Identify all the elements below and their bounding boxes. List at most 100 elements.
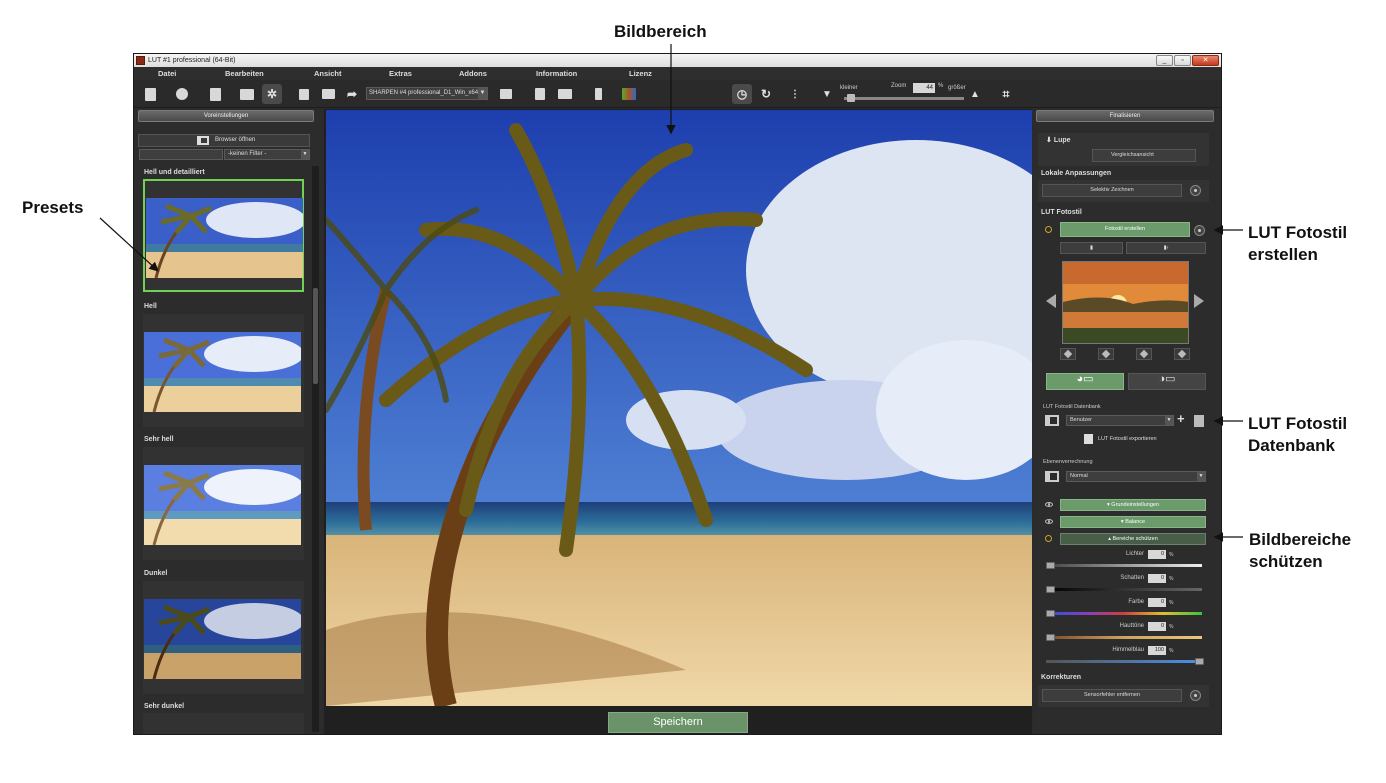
main-photo[interactable] — [326, 110, 1032, 706]
preset-card-3[interactable] — [143, 447, 304, 560]
slider-handle-schatten[interactable] — [1046, 586, 1055, 593]
create-fotostil-button[interactable]: Fotostil erstellen — [1060, 222, 1190, 237]
slider-track-schatten[interactable] — [1046, 588, 1202, 591]
new-file-button[interactable] — [140, 84, 160, 104]
histogram-icon — [622, 88, 636, 100]
add-lut-icon[interactable]: + — [1177, 411, 1185, 426]
plugin-button[interactable]: ✲ — [262, 84, 282, 104]
slider-value-hauttoene[interactable]: 0 — [1148, 622, 1166, 631]
lut-cube-2-button[interactable] — [1098, 348, 1114, 360]
print-button[interactable] — [318, 84, 338, 104]
scrollbar-thumb[interactable] — [313, 288, 318, 384]
next-lut-arrow-icon[interactable] — [1194, 294, 1204, 308]
compare-button[interactable]: ◷ — [732, 84, 752, 104]
bw-lut-mode-button[interactable]: ◑▭ — [1128, 373, 1206, 390]
preset-card-2[interactable] — [143, 314, 304, 427]
menu-bearbeiten[interactable]: Bearbeiten — [225, 69, 264, 78]
finalize-header[interactable]: Finalisieren — [1036, 110, 1214, 122]
sensor-settings-button[interactable] — [1190, 690, 1201, 701]
close-button[interactable]: ✕ — [1192, 55, 1219, 66]
menu-ansicht[interactable]: Ansicht — [314, 69, 342, 78]
compare-view-button[interactable]: Vergleichsansicht — [1092, 149, 1196, 162]
db-list-icon[interactable] — [1045, 415, 1059, 426]
minimize-button[interactable]: _ — [1156, 55, 1173, 66]
copy-button[interactable] — [205, 84, 225, 104]
lupe-label[interactable]: ⬇ Lupe — [1046, 136, 1071, 144]
zoom-slider-track[interactable] — [844, 97, 964, 100]
rotate-button[interactable]: ↻ — [756, 84, 776, 104]
eye-icon[interactable] — [1045, 502, 1053, 507]
slider-track-hauttoene[interactable] — [1046, 636, 1202, 639]
export-lut-button[interactable]: LUT Fotostil exportieren — [1070, 433, 1200, 445]
bereiche-schuetzen-button[interactable]: ▴ Bereiche schützen — [1060, 533, 1206, 545]
zoom-slider-handle[interactable] — [847, 94, 855, 102]
presets-scrollbar[interactable] — [312, 166, 319, 732]
preset-filter-select[interactable]: -keinen Filter - ▼ — [224, 149, 310, 160]
menu-lizenz[interactable]: Lizenz — [629, 69, 652, 78]
crop-button[interactable]: ⌗ — [996, 84, 1016, 104]
preset-filter-value: -keinen Filter - — [228, 151, 267, 157]
zoom-in-button[interactable]: ▲ — [965, 84, 985, 104]
menu-datei[interactable]: Datei — [158, 69, 176, 78]
blend-list-icon[interactable] — [1045, 471, 1059, 482]
filmstrip-button[interactable] — [555, 84, 575, 104]
slider-handle-lichter[interactable] — [1046, 562, 1055, 569]
fotostil-settings-button[interactable] — [1194, 225, 1205, 236]
histogram-button[interactable] — [619, 84, 639, 104]
lut-cube-3-button[interactable] — [1136, 348, 1152, 360]
lut-cube-1-button[interactable] — [1060, 348, 1076, 360]
save-file-button[interactable] — [294, 84, 314, 104]
color-lut-mode-button[interactable]: ◕▭ — [1046, 373, 1124, 390]
slider-handle-farbe[interactable] — [1046, 610, 1055, 617]
slider-value-schatten[interactable]: 0 — [1148, 574, 1166, 583]
browser-open-button[interactable]: Browser öffnen — [138, 134, 310, 147]
preset-search-input[interactable] — [139, 149, 223, 160]
lokale-anpassungen-heading: Lokale Anpassungen — [1041, 170, 1112, 177]
raw-button[interactable] — [237, 84, 257, 104]
previous-lut-arrow-icon[interactable] — [1046, 294, 1056, 308]
fotostil-file-button[interactable]: ▮ — [1060, 242, 1123, 254]
preset-card-4[interactable] — [143, 581, 304, 694]
save-button[interactable]: Speichern — [608, 712, 748, 733]
finalize-panel: Finalisieren ⬇ Lupe Vergleichsansicht Lo… — [1034, 109, 1221, 734]
info-button[interactable] — [588, 84, 608, 104]
eye-icon[interactable] — [1045, 519, 1053, 524]
maximize-button[interactable]: ▫ — [1174, 55, 1191, 66]
slider-track-lichter[interactable] — [1046, 564, 1202, 567]
blend-mode-value: Normal — [1070, 473, 1088, 479]
export-button[interactable] — [496, 84, 516, 104]
delete-lut-icon[interactable] — [1194, 415, 1204, 427]
slider-value-himmelblau[interactable]: 100 — [1148, 646, 1166, 655]
grundeinstellungen-button[interactable]: ▾ Grundeinstellungen — [1060, 499, 1206, 511]
protect-toggle-icon[interactable] — [1045, 535, 1052, 542]
batch-button[interactable] — [530, 84, 550, 104]
lut-db-select[interactable]: Benutzer ▼ — [1066, 415, 1174, 426]
balance-button[interactable]: ▾ Balance — [1060, 516, 1206, 528]
menu-information[interactable]: Information — [536, 69, 577, 78]
slider-handle-himmelblau[interactable] — [1195, 658, 1204, 665]
menu-addons[interactable]: Addons — [459, 69, 487, 78]
slider-handle-hauttoene[interactable] — [1046, 634, 1055, 641]
fotostil-toggle-icon[interactable] — [1045, 226, 1052, 233]
selective-settings-button[interactable] — [1190, 185, 1201, 196]
fotostil-export-file-button[interactable]: ▮› — [1126, 242, 1206, 254]
preset-card-5[interactable] — [143, 713, 304, 734]
share-button[interactable]: ➦ — [342, 84, 362, 104]
sensor-fix-button[interactable]: Sensorfehler entfernen — [1042, 689, 1182, 702]
split-view-button[interactable]: ⋮ — [785, 84, 805, 104]
open-button[interactable] — [172, 84, 192, 104]
slider-track-himmelblau[interactable] — [1046, 660, 1202, 663]
zoom-out-button[interactable]: ▼ — [817, 84, 837, 104]
slider-value-farbe[interactable]: 0 — [1148, 598, 1166, 607]
presets-header[interactable]: Voreinstellungen — [138, 110, 314, 122]
blend-mode-select[interactable]: Normal ▼ — [1066, 471, 1206, 482]
slider-value-lichter[interactable]: 0 — [1148, 550, 1166, 559]
plugin-select[interactable]: SHARPEN #4 professional_D1_Win_x64 ▼ — [366, 87, 488, 100]
selective-draw-button[interactable]: Selektiv Zeichnen — [1042, 184, 1182, 197]
menu-extras[interactable]: Extras — [389, 69, 412, 78]
chevron-down-icon: ▼ — [478, 88, 487, 99]
slider-track-farbe[interactable] — [1046, 612, 1202, 615]
zoom-value[interactable]: 44 — [913, 83, 935, 93]
lut-cube-4-button[interactable] — [1174, 348, 1190, 360]
preset-card-1[interactable] — [143, 179, 304, 292]
